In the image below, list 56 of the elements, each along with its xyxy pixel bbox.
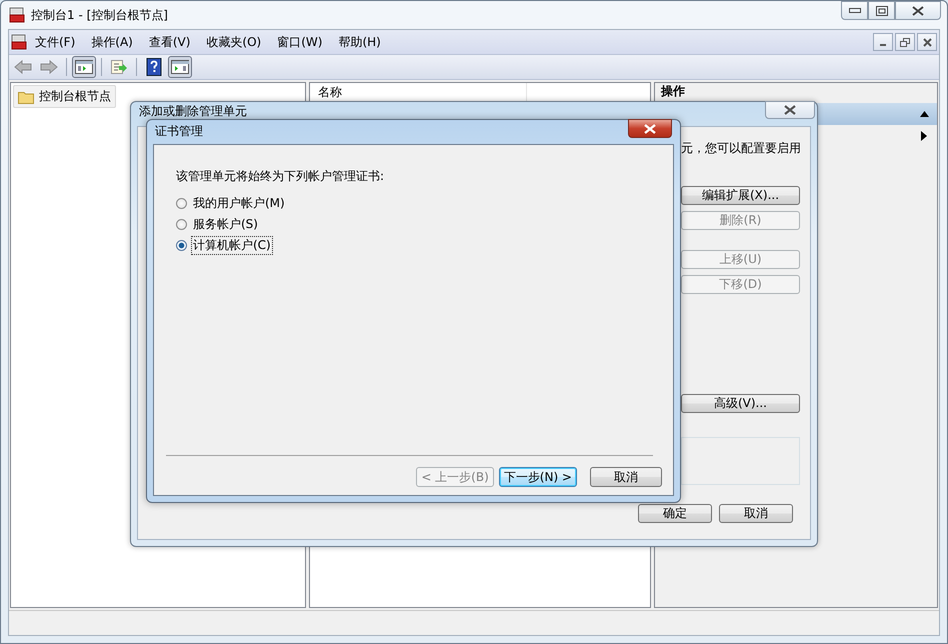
actions-header: 操作 <box>660 83 686 100</box>
radio-button[interactable] <box>176 240 187 251</box>
toolbar-button[interactable] <box>72 56 96 78</box>
export-list-icon <box>110 59 128 75</box>
close-button[interactable] <box>628 119 672 138</box>
restore-icon <box>900 38 910 46</box>
menu-item[interactable]: 操作(A) <box>83 34 141 50</box>
forward-arrow-icon <box>40 59 58 75</box>
menu-item[interactable]: 帮助(H) <box>330 34 389 50</box>
wizard-button[interactable]: 下一步(N) > <box>498 467 577 487</box>
dialog-title: 证书管理 <box>155 124 203 138</box>
maximize-icon <box>876 6 888 16</box>
radio-option[interactable]: 服务帐户(S) <box>176 214 663 235</box>
close-button[interactable] <box>765 101 815 119</box>
back-arrow-icon <box>14 59 32 75</box>
submenu-arrow-icon <box>921 131 927 141</box>
menu-item[interactable]: 窗口(W) <box>269 34 330 50</box>
window-title: 控制台1 - [控制台根节点] <box>31 6 168 24</box>
dialog-button[interactable]: 取消 <box>719 504 793 523</box>
toolbox-icon <box>9 7 25 23</box>
maximize-button[interactable] <box>868 1 895 20</box>
toolbox-icon <box>11 34 27 50</box>
collapse-arrow-icon <box>920 111 929 117</box>
wizard-button[interactable]: 取消 <box>590 467 662 487</box>
window-pane-icon <box>171 59 189 75</box>
close-button[interactable] <box>917 33 937 51</box>
menu-item[interactable]: 收藏夹(O) <box>198 34 270 50</box>
radio-button[interactable] <box>176 198 187 209</box>
option-label: 服务帐户(S) <box>192 216 259 233</box>
minimize-button[interactable] <box>841 1 868 20</box>
restore-button[interactable] <box>895 33 915 51</box>
help-icon <box>146 58 162 76</box>
option-label: 计算机帐户(C) <box>191 236 273 255</box>
menu-item[interactable]: 查看(V) <box>140 34 198 50</box>
radio-option[interactable]: 我的用户帐户(M) <box>176 193 663 214</box>
dialog-button[interactable]: 高级(V)... <box>681 394 800 413</box>
dialog-button[interactable]: 确定 <box>638 504 712 523</box>
radio-button[interactable] <box>176 219 187 230</box>
toolbar-button[interactable] <box>168 56 192 78</box>
folder-icon <box>18 90 34 104</box>
window-pane-icon <box>75 59 93 75</box>
menu-item[interactable]: 文件(F) <box>27 34 84 50</box>
option-label: 我的用户帐户(M) <box>192 195 286 212</box>
tree-item[interactable]: 控制台根节点 <box>13 85 116 108</box>
prompt-text: 该管理单元将始终为下列帐户管理证书: <box>176 168 386 185</box>
close-icon <box>922 38 932 46</box>
minimize-button[interactable] <box>873 33 893 51</box>
close-icon <box>912 6 924 16</box>
radio-option[interactable]: 计算机帐户(C) <box>176 235 663 256</box>
dialog-title: 添加或删除管理单元 <box>139 104 247 118</box>
close-icon <box>784 105 796 115</box>
dialog-button[interactable]: 编辑扩展(X)... <box>681 186 800 205</box>
close-icon <box>644 124 656 134</box>
close-button[interactable] <box>895 1 941 20</box>
minimize-icon <box>848 8 860 14</box>
description-text: 元，您可以配置要启用 <box>681 140 800 156</box>
